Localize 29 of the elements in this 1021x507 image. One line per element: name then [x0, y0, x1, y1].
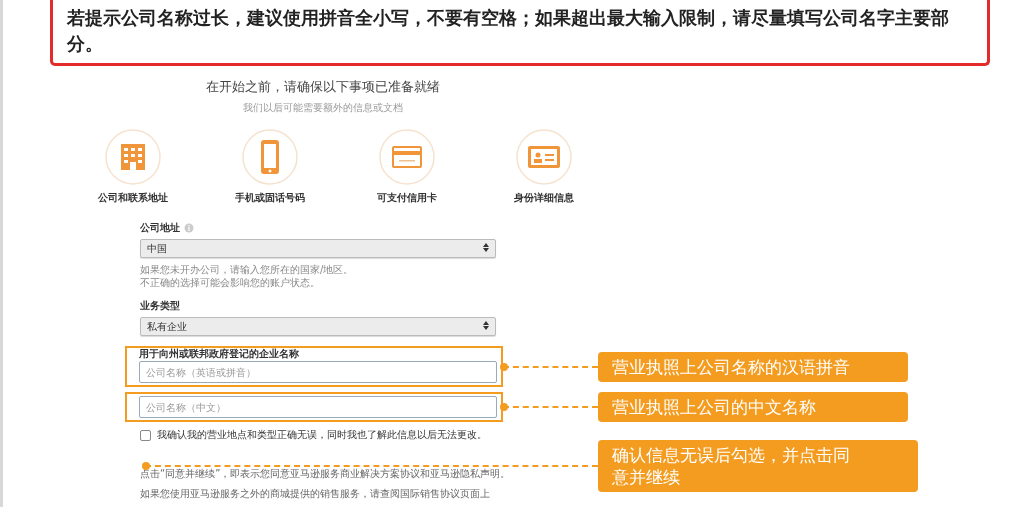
- legal-text: 如果您使用亚马逊服务之外的商城提供的销售服务，请查阅国际销售协议页面上: [140, 488, 491, 500]
- notice-text: 若提示公司名称过长，建议使用拼音全小写，不要有空格；如果超出最大输入限制，请尽量填写公司名字主要部分。: [50, 0, 990, 66]
- checkbox[interactable]: [140, 429, 151, 441]
- phone-icon: [242, 129, 298, 185]
- annotation-callout: 营业执照上公司名称的汉语拼音: [598, 351, 908, 382]
- legal-text: 点击“同意并继续”，即表示您同意亚马逊服务商业解决方案协议和亚马逊隐私声明。: [140, 468, 512, 480]
- prerequisite-label: 可支付信用卡: [377, 191, 437, 205]
- sort-arrows-icon: [483, 243, 489, 252]
- text-input[interactable]: 公司名称（英语或拼音）: [139, 361, 497, 383]
- help-text: 如果您未开办公司，请输入您所在的国家/地区。: [140, 263, 355, 276]
- field-label: 业务类型: [140, 299, 180, 313]
- dropdown-select[interactable]: 中国: [140, 239, 496, 258]
- prerequisite-label: 公司和联系地址: [98, 191, 168, 205]
- building-icon: [105, 129, 161, 185]
- checkbox-label: 我确认我的营业地点和类型正确无误，同时我也了解此信息以后无法更改。: [157, 428, 487, 442]
- intro-subtitle: 我们以后可能需要额外的信息或文档: [243, 101, 403, 115]
- annotation-callout: 营业执照上公司的中文名称: [598, 392, 908, 422]
- prerequisite-label: 身份详细信息: [514, 191, 574, 205]
- sort-arrows-icon: [483, 321, 489, 330]
- intro-title: 在开始之前，请确保以下事项已准备就绪: [206, 79, 440, 96]
- card-icon: [379, 129, 435, 185]
- help-text: 不正确的选择可能会影响您的账户状态。: [140, 276, 321, 289]
- id-icon: [516, 129, 572, 185]
- annotation-callout: 确认信息无误后勾选，并点击同意并继续: [598, 440, 918, 492]
- dropdown-select[interactable]: 私有企业: [140, 317, 496, 336]
- text-input[interactable]: 公司名称（中文）: [139, 396, 497, 418]
- prerequisite-label: 手机或固话号码: [235, 191, 305, 205]
- field-label: 公司地址: [140, 221, 180, 235]
- field-label: 用于向州或联邦政府登记的企业名称: [139, 348, 300, 360]
